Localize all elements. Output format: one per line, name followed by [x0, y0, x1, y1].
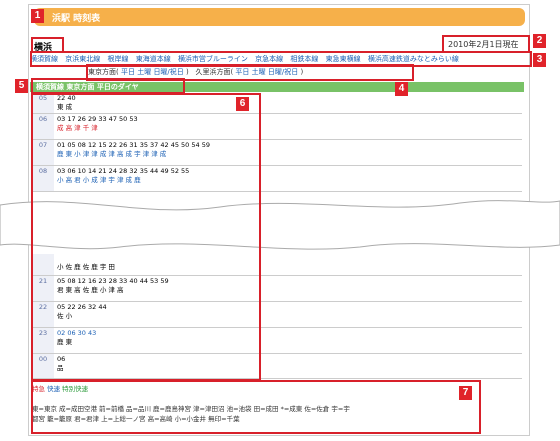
highlight-schedule-title	[31, 78, 185, 94]
marker-5: 5	[15, 79, 28, 93]
marker-2: 2	[533, 34, 546, 48]
marker-1: 1	[31, 9, 44, 23]
marker-3: 3	[533, 53, 546, 67]
marker-7: 7	[459, 386, 472, 400]
highlight-legend	[31, 380, 481, 434]
marker-4: 4	[395, 82, 408, 96]
title-bar: 浜駅 時刻表	[34, 8, 525, 26]
highlight-timetable	[31, 93, 261, 381]
marker-6: 6	[236, 97, 249, 111]
page-title: 浜駅 時刻表	[52, 14, 101, 24]
